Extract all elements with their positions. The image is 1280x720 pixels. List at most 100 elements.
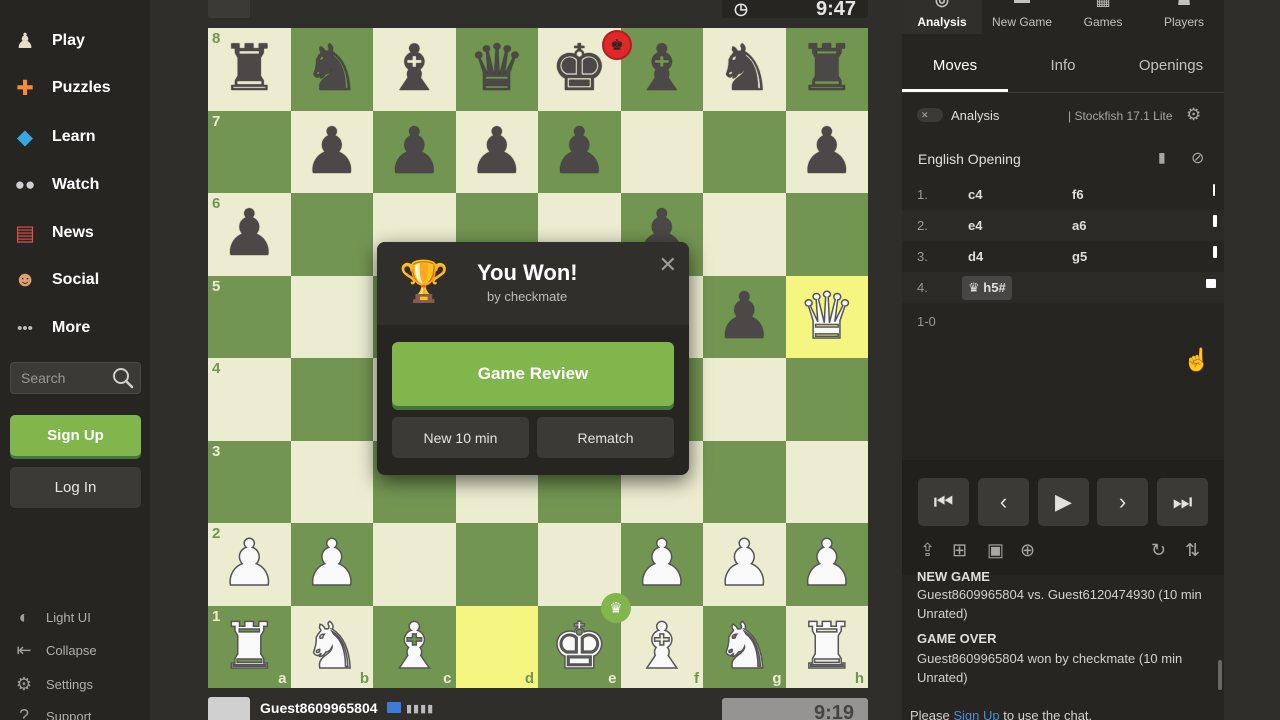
image-icon[interactable]: ▣ <box>987 540 1004 561</box>
square-c2[interactable] <box>373 523 456 606</box>
tab-analysis[interactable]: ◎ Analysis <box>902 0 982 34</box>
first-move-button[interactable]: ⏮ <box>918 478 969 526</box>
clock-icon: ◷ <box>734 1 748 18</box>
gear-icon[interactable]: ⚙ <box>1186 105 1201 125</box>
search-input[interactable]: Search <box>10 362 141 394</box>
prev-move-button[interactable]: ‹ <box>978 478 1029 526</box>
login-button[interactable]: Log In <box>10 467 141 508</box>
square-a5[interactable]: 5 <box>208 275 291 358</box>
sidebar-item-play[interactable]: ♟ Play <box>10 23 145 59</box>
square-a7[interactable]: 7 <box>208 110 291 193</box>
sidebar-light-ui[interactable]: ◐ Light UI <box>12 604 91 630</box>
tab-games[interactable]: ▦ Games <box>1063 0 1143 34</box>
sidebar-item-more[interactable]: ••• More <box>10 310 145 346</box>
signup-button[interactable]: Sign Up <box>10 415 141 456</box>
tab-new-game[interactable]: ▬ New Game <box>982 0 1062 34</box>
white-move[interactable]: c4 <box>968 187 982 202</box>
black-piece-h8[interactable]: ♜ <box>786 28 869 111</box>
flip-board-icon[interactable]: ⇅ <box>1185 540 1200 561</box>
black-piece-g5[interactable]: ♟ <box>703 276 786 359</box>
black-piece-a8[interactable]: ♜ <box>208 28 291 111</box>
square-g6[interactable] <box>703 193 786 276</box>
white-piece-h1[interactable]: ♜ <box>786 606 869 689</box>
white-move[interactable]: d4 <box>968 249 983 264</box>
log-scrollbar[interactable] <box>1218 660 1222 690</box>
white-piece-b2[interactable]: ♟ <box>291 523 374 606</box>
rematch-button[interactable]: Rematch <box>537 417 674 458</box>
square-b4[interactable] <box>290 358 373 441</box>
sidebar-support[interactable]: ? Support <box>12 703 92 720</box>
square-e2[interactable] <box>538 523 621 606</box>
tab-players[interactable]: ☗ Players <box>1144 0 1224 34</box>
white-piece-g1[interactable]: ♞ <box>703 606 786 689</box>
sidebar-item-news[interactable]: ▤ News <box>10 215 145 251</box>
square-g3[interactable] <box>703 440 786 523</box>
white-piece-h2[interactable]: ♟ <box>786 523 869 606</box>
black-piece-d7[interactable]: ♟ <box>456 111 539 194</box>
black-move[interactable]: f6 <box>1072 187 1084 202</box>
black-piece-g8[interactable]: ♞ <box>703 28 786 111</box>
tab-openings[interactable]: Openings <box>1118 46 1224 92</box>
zoom-icon[interactable]: ⊕ <box>1020 540 1035 561</box>
chat-signup-link[interactable]: Sign Up <box>953 708 999 720</box>
book-icon[interactable]: ▮ <box>1158 149 1166 166</box>
square-g7[interactable] <box>703 110 786 193</box>
black-piece-c8[interactable]: ♝ <box>373 28 456 111</box>
white-piece-f1[interactable]: ♝ <box>621 606 704 689</box>
search-icon[interactable] <box>112 367 134 389</box>
white-piece-a1[interactable]: ♜ <box>208 606 291 689</box>
square-a4[interactable]: 4 <box>208 358 291 441</box>
sidebar-item-learn[interactable]: ◆ Learn <box>10 119 145 155</box>
white-piece-g2[interactable]: ♟ <box>703 523 786 606</box>
ban-icon[interactable]: ⊘ <box>1191 148 1204 168</box>
add-game-icon[interactable]: ⊞ <box>952 540 967 561</box>
sidebar-collapse[interactable]: ⇤ Collapse <box>12 637 96 663</box>
white-piece-a2[interactable]: ♟ <box>208 523 291 606</box>
square-h3[interactable] <box>785 440 868 523</box>
eval-mark <box>1213 246 1217 258</box>
close-icon[interactable]: ✕ <box>659 252 677 278</box>
game-review-button[interactable]: Game Review <box>392 342 674 406</box>
white-piece-c1[interactable]: ♝ <box>373 606 456 689</box>
square-a3[interactable]: 3 <box>208 440 291 523</box>
white-piece-f2[interactable]: ♟ <box>621 523 704 606</box>
last-move-button[interactable]: ⏭ <box>1157 478 1208 526</box>
opponent-clock: ◷ 9:47 <box>722 0 868 18</box>
analysis-toggle[interactable]: ✕ <box>917 108 943 122</box>
square-h4[interactable] <box>785 358 868 441</box>
square-b3[interactable] <box>290 440 373 523</box>
share-icon[interactable]: ⇪ <box>920 540 935 561</box>
white-move-selected[interactable]: ♛ h5# <box>962 276 1012 300</box>
black-piece-d8[interactable]: ♛ <box>456 28 539 111</box>
square-d2[interactable] <box>455 523 538 606</box>
black-piece-e7[interactable]: ♟ <box>538 111 621 194</box>
new-game-button[interactable]: New 10 min <box>392 417 529 458</box>
black-piece-a6[interactable]: ♟ <box>208 193 291 276</box>
sidebar-item-watch[interactable]: ●● Watch <box>10 167 145 203</box>
next-move-button[interactable]: › <box>1097 478 1148 526</box>
black-piece-h7[interactable]: ♟ <box>786 111 869 194</box>
white-piece-b1[interactable]: ♞ <box>291 606 374 689</box>
black-move[interactable]: a6 <box>1072 218 1086 233</box>
black-piece-c7[interactable]: ♟ <box>373 111 456 194</box>
square-d1[interactable]: d <box>455 605 538 688</box>
black-move[interactable]: g5 <box>1072 249 1087 264</box>
white-piece-h5[interactable]: ♛ <box>786 276 869 359</box>
play-button[interactable]: ▶ <box>1038 478 1089 526</box>
player-name[interactable]: Guest8609965804 <box>260 700 378 716</box>
tab-info[interactable]: Info <box>1010 46 1116 92</box>
refresh-icon[interactable]: ↻ <box>1151 540 1166 561</box>
square-b5[interactable] <box>290 275 373 358</box>
white-move[interactable]: e4 <box>968 218 982 233</box>
sidebar-settings[interactable]: ⚙ Settings <box>12 671 93 697</box>
black-piece-f8[interactable]: ♝ <box>621 28 704 111</box>
black-piece-b8[interactable]: ♞ <box>291 28 374 111</box>
sidebar-item-puzzles[interactable]: ✚ Puzzles <box>10 70 145 106</box>
square-f7[interactable] <box>620 110 703 193</box>
sidebar-item-social[interactable]: ☻ Social <box>10 262 145 298</box>
square-h6[interactable] <box>785 193 868 276</box>
tab-moves[interactable]: Moves <box>902 46 1008 92</box>
square-g4[interactable] <box>703 358 786 441</box>
square-b6[interactable] <box>290 193 373 276</box>
black-piece-b7[interactable]: ♟ <box>291 111 374 194</box>
